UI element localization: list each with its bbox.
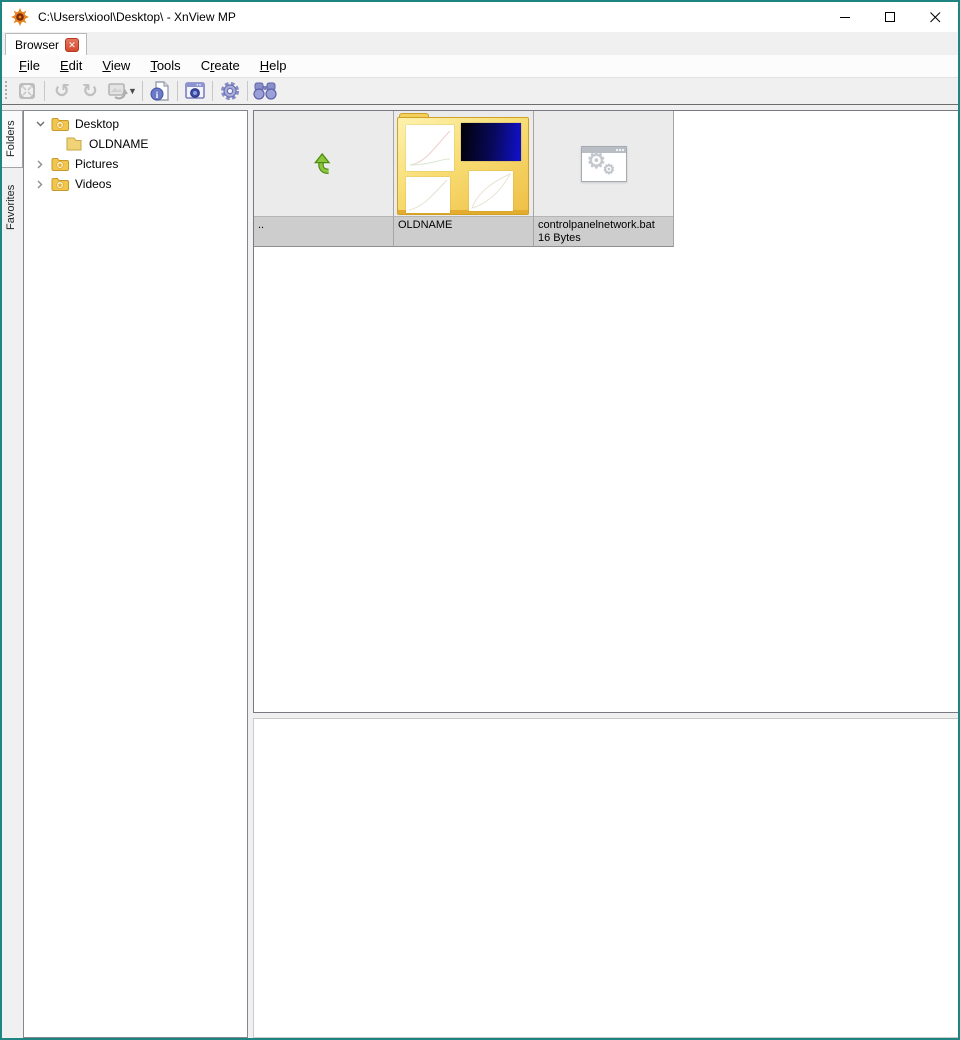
chevron-right-icon[interactable] bbox=[32, 180, 48, 189]
menu-create[interactable]: Create bbox=[191, 56, 250, 76]
titlebar: C:\Users\xiool\Desktop\ - XnView MP bbox=[2, 2, 958, 32]
bat-file-icon: ⚙ ⚙ bbox=[580, 145, 627, 182]
toolbar-separator bbox=[44, 81, 45, 101]
file-info-icon: i bbox=[150, 81, 169, 101]
toolbar: ↺ ↻ ▼ i bbox=[2, 77, 958, 105]
toolbar-drag-handle[interactable] bbox=[5, 81, 8, 101]
right-column: .. OLDNAME ⚙ ⚙ controlpanelnetwork.bat 1… bbox=[253, 110, 958, 1038]
toolbar-separator bbox=[246, 81, 248, 101]
gear-icon: ⚙ bbox=[602, 160, 616, 177]
browser-item-filesize: 16 Bytes bbox=[538, 232, 581, 244]
fullscreen-icon bbox=[19, 83, 35, 99]
browser-item-bat[interactable]: ⚙ ⚙ controlpanelnetwork.bat 16 Bytes bbox=[534, 111, 674, 247]
rotate-left-button[interactable]: ↺ bbox=[48, 78, 76, 104]
rotate-right-icon: ↻ bbox=[82, 80, 98, 102]
settings-gear-icon bbox=[220, 81, 240, 101]
fullscreen-button[interactable] bbox=[13, 78, 41, 104]
convert-export-icon bbox=[108, 83, 128, 100]
mini-thumbnail bbox=[406, 125, 454, 171]
search-button[interactable] bbox=[251, 78, 279, 104]
toolbar-separator bbox=[141, 81, 143, 101]
settings-button[interactable] bbox=[216, 78, 244, 104]
main-content: Folders Favorites Desktop OLDNAME Pictur… bbox=[2, 105, 958, 1038]
sidebar-tab-folders[interactable]: Folders bbox=[2, 110, 23, 168]
toolbar-separator bbox=[176, 81, 178, 101]
tab-browser[interactable]: Browser ✕ bbox=[5, 33, 88, 55]
maximize-icon bbox=[885, 11, 895, 22]
minimize-icon bbox=[840, 16, 850, 18]
tree-item-oldname[interactable]: OLDNAME bbox=[24, 134, 247, 154]
chevron-down-icon[interactable] bbox=[32, 121, 48, 127]
special-folder-icon bbox=[51, 178, 69, 191]
browser-item-oldname[interactable]: OLDNAME bbox=[394, 111, 534, 247]
special-folder-icon bbox=[51, 118, 69, 131]
tab-close-icon[interactable]: ✕ bbox=[65, 37, 80, 52]
preview-pane bbox=[253, 718, 958, 1038]
chevron-right-icon[interactable] bbox=[32, 160, 48, 169]
file-info-button[interactable]: i bbox=[146, 78, 174, 104]
browser-item-label: .. bbox=[254, 217, 393, 246]
browser-item-label: OLDNAME bbox=[394, 217, 533, 246]
menu-bar: File Edit View Tools Create Help bbox=[2, 55, 958, 77]
close-icon bbox=[930, 11, 941, 22]
mini-thumbnail-blue bbox=[461, 123, 521, 161]
tree-item-label: Desktop bbox=[75, 117, 120, 131]
browser-item-parent[interactable]: .. bbox=[254, 111, 394, 247]
rotate-right-button[interactable]: ↻ bbox=[76, 78, 104, 104]
special-folder-icon bbox=[51, 158, 69, 171]
tree-item-desktop[interactable]: Desktop bbox=[24, 114, 247, 134]
xnview-logo-icon bbox=[11, 8, 29, 26]
tab-browser-label: Browser bbox=[15, 37, 60, 52]
mini-thumbnail bbox=[469, 171, 513, 211]
maximize-button[interactable] bbox=[868, 2, 913, 32]
capture-icon bbox=[185, 82, 205, 99]
folder-tree-panel: Desktop OLDNAME Pictures Videos bbox=[23, 110, 248, 1038]
tree-item-label: OLDNAME bbox=[89, 137, 149, 151]
oldname-thumb bbox=[394, 111, 533, 217]
sidebar-tabstrip: Folders Favorites bbox=[2, 110, 23, 1038]
toolbar-separator bbox=[211, 81, 213, 101]
xnview-window: C:\Users\xiool\Desktop\ - XnView MP Brow… bbox=[0, 0, 960, 1040]
thumbnail-row: .. OLDNAME ⚙ ⚙ controlpanelnetwork.bat 1… bbox=[254, 111, 958, 247]
bat-thumb: ⚙ ⚙ bbox=[534, 111, 673, 217]
close-button[interactable] bbox=[913, 2, 958, 32]
tree-item-label: Pictures bbox=[75, 157, 119, 171]
convert-dropdown-arrow[interactable]: ▼ bbox=[128, 86, 137, 96]
tree-item-videos[interactable]: Videos bbox=[24, 174, 247, 194]
menu-tools[interactable]: Tools bbox=[140, 56, 190, 76]
menu-edit[interactable]: Edit bbox=[50, 56, 92, 76]
browser-item-label: controlpanelnetwork.bat 16 Bytes bbox=[534, 217, 673, 246]
folder-thumbnail-art bbox=[397, 113, 529, 215]
plain-folder-icon bbox=[66, 137, 82, 151]
capture-button[interactable] bbox=[181, 78, 209, 104]
browser-item-filename: controlpanelnetwork.bat bbox=[538, 219, 655, 231]
thumbnail-browser-pane: .. OLDNAME ⚙ ⚙ controlpanelnetwork.bat 1… bbox=[253, 110, 958, 713]
mini-thumbnail bbox=[406, 177, 450, 213]
menu-file[interactable]: File bbox=[9, 56, 50, 76]
minimize-button[interactable] bbox=[823, 2, 868, 32]
menu-view[interactable]: View bbox=[92, 56, 140, 76]
parent-thumb bbox=[254, 111, 393, 217]
menu-help[interactable]: Help bbox=[250, 56, 297, 76]
sidebar-tab-favorites[interactable]: Favorites bbox=[2, 174, 23, 240]
tree-item-label: Videos bbox=[75, 177, 112, 191]
window-title: C:\Users\xiool\Desktop\ - XnView MP bbox=[38, 10, 236, 24]
window-controls bbox=[823, 2, 958, 32]
binoculars-search-icon bbox=[253, 82, 277, 100]
tab-bar: Browser ✕ bbox=[2, 32, 958, 55]
rotate-left-icon: ↺ bbox=[54, 80, 70, 102]
tree-item-pictures[interactable]: Pictures bbox=[24, 154, 247, 174]
go-up-arrow-icon bbox=[313, 152, 330, 174]
